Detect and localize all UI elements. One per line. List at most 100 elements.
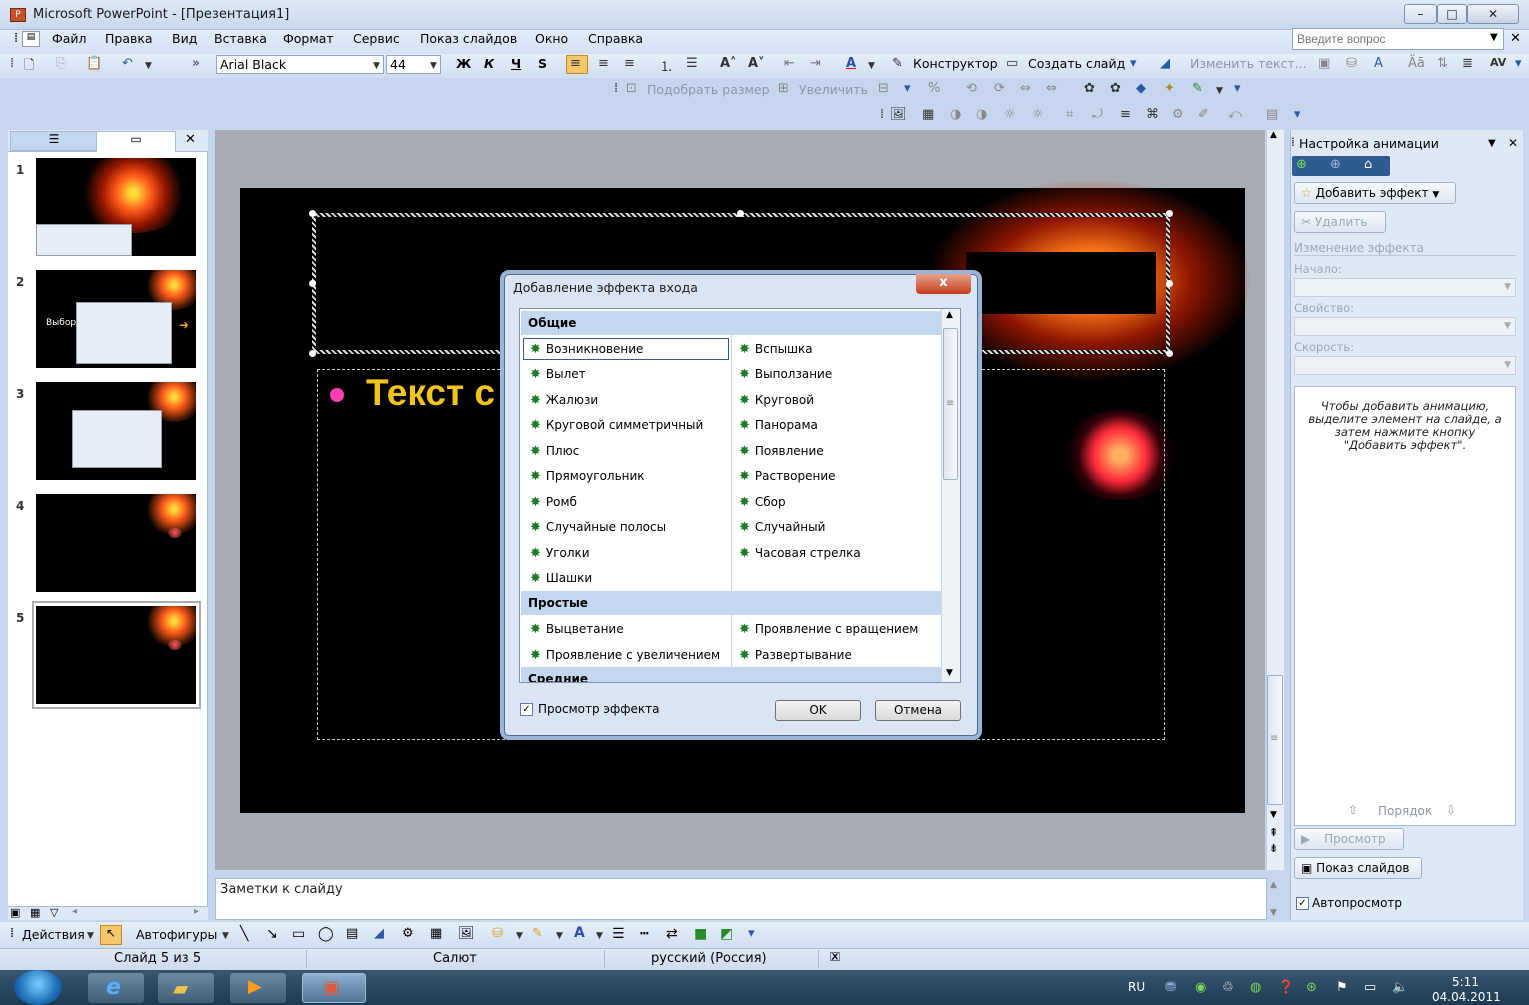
drawbar-more-icon[interactable]: ▾ [748,926,755,941]
undo-dropdown-icon[interactable]: ▼ [145,61,152,71]
start-button[interactable] [14,970,62,1005]
draw-font-color-icon[interactable]: A [574,925,585,941]
tray-display-icon[interactable]: ▭ [1364,980,1376,995]
new-slide-button[interactable]: Создать слайд [1028,56,1125,71]
insert-picture-icon[interactable]: 🖼 [890,107,907,122]
slide-thumbnail-5[interactable] [36,606,196,704]
text-effect-icon[interactable]: A [1374,56,1383,71]
decrease-font-icon[interactable]: A˅ [748,56,765,71]
line-color-dropdown-icon[interactable]: ▼ [556,931,563,941]
increase-indent-icon[interactable]: ⇥ [810,56,821,71]
flip-vertical-icon[interactable]: ⇔ [1046,81,1057,96]
menu-window[interactable]: Окно [535,31,568,46]
powerpoint-app-icon[interactable]: P [10,8,26,22]
slideshow-button[interactable]: ▣ Показ слайдов [1294,857,1422,879]
menu-file[interactable]: Файл [52,31,87,46]
shadow-style-icon[interactable]: ■ [694,926,707,942]
resize-handle[interactable] [1166,280,1173,287]
slide-thumbnail-4[interactable] [36,494,196,592]
font-color-dropdown-icon[interactable]: ▼ [868,61,875,71]
effect-item[interactable]: ✸ Проявление с вращением [739,619,918,639]
insert-image-icon[interactable]: 🖼 [458,926,475,941]
font-color-icon[interactable]: A [846,56,856,71]
copy-icon[interactable]: ⎘ [56,56,66,71]
3d-style-icon[interactable]: ◩ [720,926,733,942]
color-scheme-icon[interactable]: ✿ [1084,81,1095,96]
pen-dropdown-icon[interactable]: ▼ [1216,86,1223,96]
effect-item[interactable]: ✸ Уголки [530,543,590,563]
more-contrast-icon[interactable]: ◑ [950,107,961,122]
effect-item[interactable]: ✸ Развертывание [739,645,852,665]
move-down-icon[interactable]: ⇩ [1446,803,1456,817]
zoom-button[interactable]: Увеличить [799,82,868,97]
tray-security-icon[interactable]: ◍ [1250,980,1261,995]
font-name-select[interactable]: Arial Black [216,55,384,74]
line-style-icon[interactable]: ≡ [1120,107,1131,122]
speed-select[interactable]: ▼ [1294,356,1516,375]
effects-icon[interactable]: ✦ [1164,81,1175,96]
resize-handle[interactable] [309,210,316,217]
autoshapes-menu[interactable]: Автофигуры [136,927,217,942]
edit-text-button[interactable]: Изменить текст... [1190,56,1307,71]
dash-style-icon[interactable]: ┅ [640,926,648,942]
line-style-icon[interactable]: ☰ [612,926,625,942]
shadow-button[interactable]: S [538,56,547,71]
reset-picture-icon[interactable]: ⤺ [1228,107,1242,122]
toolbar2-more-icon[interactable]: ▾ [1234,81,1241,96]
flip-horizontal-icon[interactable]: ⇔ [1020,81,1031,96]
maximize-button[interactable]: □ [1437,4,1467,24]
effect-item[interactable]: ✸ Шашки [530,568,592,588]
add-effect-button[interactable]: ☆ Добавить эффект ▼ [1294,182,1456,204]
paste-icon[interactable]: 📋 [86,56,102,71]
dialog-close-button[interactable]: x [916,274,971,294]
effect-item[interactable]: ✸ Прямоугольник [530,466,645,486]
line-icon[interactable]: ╲ [240,926,248,942]
diagram-icon[interactable]: ⚙ [402,926,414,941]
preview-effect-label[interactable]: Просмотр эффекта [538,702,659,716]
align-center-icon[interactable]: ≡ [598,56,609,71]
animation-list[interactable] [1294,386,1516,826]
next-slide-icon[interactable]: ⇟ [1269,842,1278,855]
resize-handle[interactable] [1166,350,1173,357]
underline-button[interactable]: Ч [511,56,521,71]
resize-handle[interactable] [309,350,316,357]
tray-sync-icon[interactable]: ♲ [1222,980,1234,995]
effect-item[interactable]: ✸ Выползание [739,364,832,384]
media-player-icon[interactable]: ▶ [230,973,286,1003]
list-scroll-down-icon[interactable]: ▼ [946,668,953,678]
shape-icon[interactable]: ◆ [1136,81,1146,96]
notes-text[interactable]: Заметки к слайду [220,882,343,897]
effect-item[interactable]: ✸ Сбор [739,492,786,512]
new-document-icon[interactable]: 🗋 [24,56,34,78]
designer-button[interactable]: Конструктор [913,56,998,71]
less-brightness-icon[interactable]: ☼ [1032,107,1044,122]
numbering-icon[interactable]: ⒈ [660,56,673,75]
bullets-icon[interactable]: ☰ [686,56,698,71]
menu-slideshow[interactable]: Показ слайдов [420,31,517,46]
close-document-icon[interactable]: ✕ [1510,31,1521,46]
fit-size-button[interactable]: Подобрать размер [647,82,770,97]
fill-color-icon[interactable]: ⛁ [492,926,503,941]
effect-item[interactable]: ✸ Часовая стрелка [739,543,861,563]
autopreview-checkbox[interactable]: ✓ [1296,897,1309,910]
color-icon[interactable]: ▦ [922,107,934,122]
ok-button[interactable]: OK [775,700,861,721]
effect-item[interactable]: ✸ Случайный [739,517,825,537]
clock-date[interactable]: 04.04.2011 [1432,990,1501,1004]
scroll-up-icon[interactable]: ▲ [1270,130,1277,140]
select-pointer-icon[interactable]: ↖ [100,925,122,945]
previous-slide-icon[interactable]: ⇞ [1269,826,1278,839]
fill-color-dropdown-icon[interactable]: ▼ [516,931,523,941]
clipart-icon[interactable]: ▦ [430,926,442,941]
powerpoint-taskbar-icon[interactable]: ▣ [302,973,366,1003]
align-text-icon[interactable]: ≣ [1462,56,1473,71]
tray-app-icon[interactable]: ◉ [1195,980,1206,995]
toolbar-more-icon[interactable]: ▾ [1515,56,1522,71]
menu-view[interactable]: Вид [172,31,197,46]
increase-font-icon[interactable]: A˄ [720,56,737,71]
textbox-icon[interactable]: ▤ [346,926,358,941]
effect-item[interactable]: ✸ Круговой симметричный [530,415,703,435]
align-right-icon[interactable]: ≡ [624,56,635,71]
move-up-icon[interactable]: ⇧ [1348,803,1358,817]
notes-pane[interactable] [215,878,1267,920]
